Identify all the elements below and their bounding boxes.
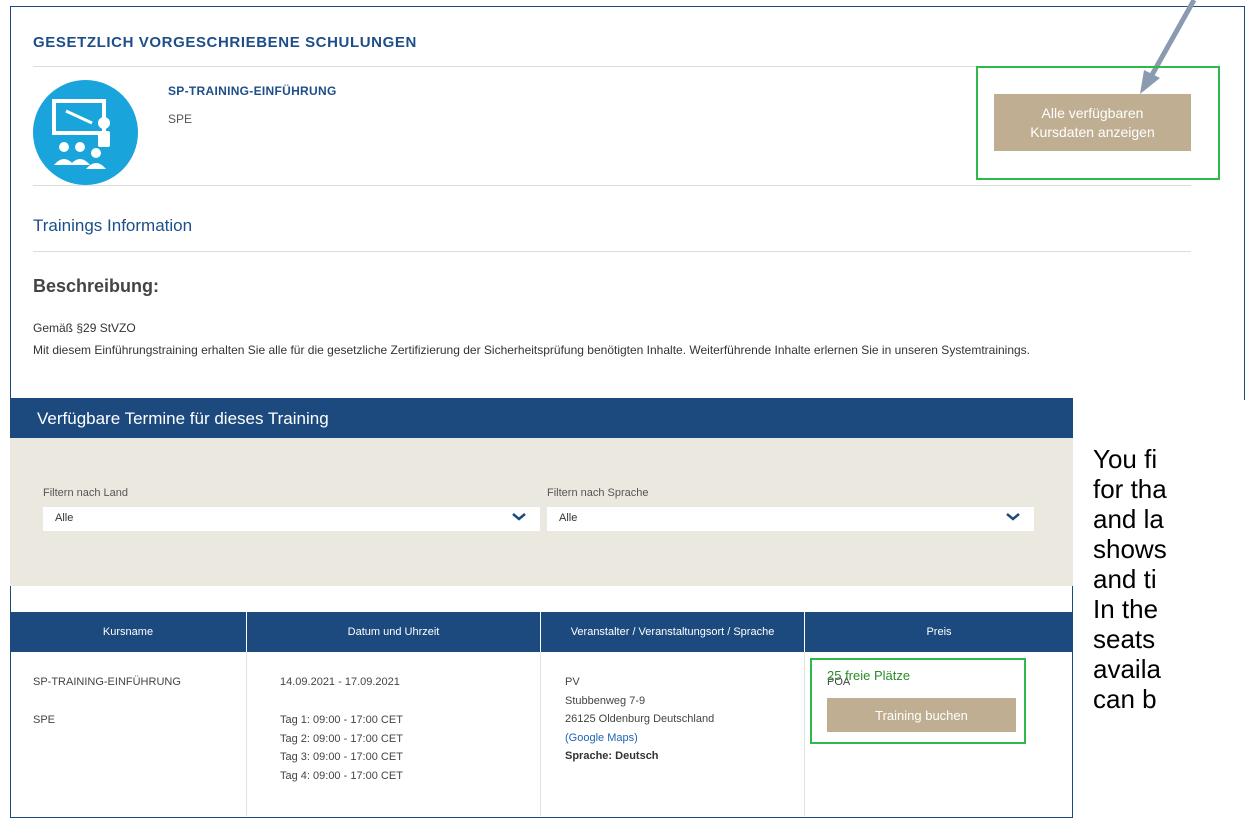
description-heading: Beschreibung: [33,276,160,296]
show-dates-label-line2: Kursdaten anzeigen [1030,123,1155,140]
filter-language-value: Alle [559,512,578,524]
divider [33,185,1191,186]
column-divider [246,652,247,816]
column-header-price: Preis [804,612,1073,652]
filter-country-label: Filtern nach Land [43,487,128,499]
row-day-schedule: Tag 1: 09:00 - 17:00 CET Tag 2: 09:00 - … [280,711,403,785]
course-name: SP-TRAINING-EINFÜHRUNG [168,84,337,98]
annotation-line: In the [1093,594,1159,624]
classroom-training-icon [33,80,138,185]
description-text: Mit diesem Einführungstraining erhalten … [33,343,1031,357]
chevron-down-icon [1006,513,1020,521]
column-header-organizer-location: Veranstalter / Veranstaltungsort / Sprac… [540,612,804,652]
organizer-name: PV [565,676,580,688]
day-time: Tag 2: 09:00 - 17:00 CET [280,732,403,745]
google-maps-link[interactable]: (Google Maps) [565,729,714,748]
filter-language-label: Filtern nach Sprache [547,487,649,499]
trainings-information-title: Trainings Information [33,216,193,235]
filter-country-value: Alle [55,512,74,524]
highlight-box [810,658,1026,744]
table-header: Kursname Datum und Uhrzeit Veranstalter … [10,612,1073,652]
day-time: Tag 4: 09:00 - 17:00 CET [280,769,403,782]
annotation-line: and ti [1093,564,1157,594]
description-text: Gemäß §29 StVZO [33,321,136,335]
divider [33,251,1191,252]
annotation-line: You fi [1093,444,1158,474]
column-divider [540,652,541,816]
annotation-text: You fi for tha and la shows and ti In th… [1093,444,1246,714]
filter-language-select[interactable]: Alle [547,507,1034,531]
venue-street: Stubbenweg 7-9 [565,694,646,707]
row-date-range: 14.09.2021 - 17.09.2021 [280,676,400,688]
chevron-down-icon [512,513,526,521]
annotation-line: can b [1093,684,1157,714]
row-course-name: SP-TRAINING-EINFÜHRUNG [33,676,181,688]
venue-city: 26125 Oldenburg Deutschland [565,713,715,725]
row-course-code: SPE [33,714,56,726]
show-dates-label-line1: Alle verfügbaren [1041,104,1144,121]
section-title: GESETZLICH VORGESCHRIEBENE SCHULUNGEN [33,34,417,51]
annotation-line: availa [1093,654,1161,684]
course-code: SPE [168,112,193,126]
filter-country-select[interactable]: Alle [43,507,540,531]
available-dates-title: Verfügbare Termine für dieses Training [10,398,1073,438]
annotation-line: and la [1093,504,1164,534]
annotation-line: shows [1093,534,1167,564]
annotation-line: seats [1093,624,1156,654]
annotation-line: for tha [1093,474,1167,504]
column-header-course-name: Kursname [102,626,154,638]
course-language: Sprache: Deutsch [565,750,659,762]
day-time: Tag 3: 09:00 - 17:00 CET [280,751,403,763]
column-divider [804,652,805,816]
day-time: Tag 1: 09:00 - 17:00 CET [280,714,403,726]
row-organizer: PV Stubbenweg 7-9 26125 Oldenburg Deutsc… [565,673,714,766]
column-header-date-time: Datum und Uhrzeit [246,612,540,652]
show-all-dates-button[interactable]: Alle verfügbaren Kursdaten anzeigen [994,94,1191,151]
